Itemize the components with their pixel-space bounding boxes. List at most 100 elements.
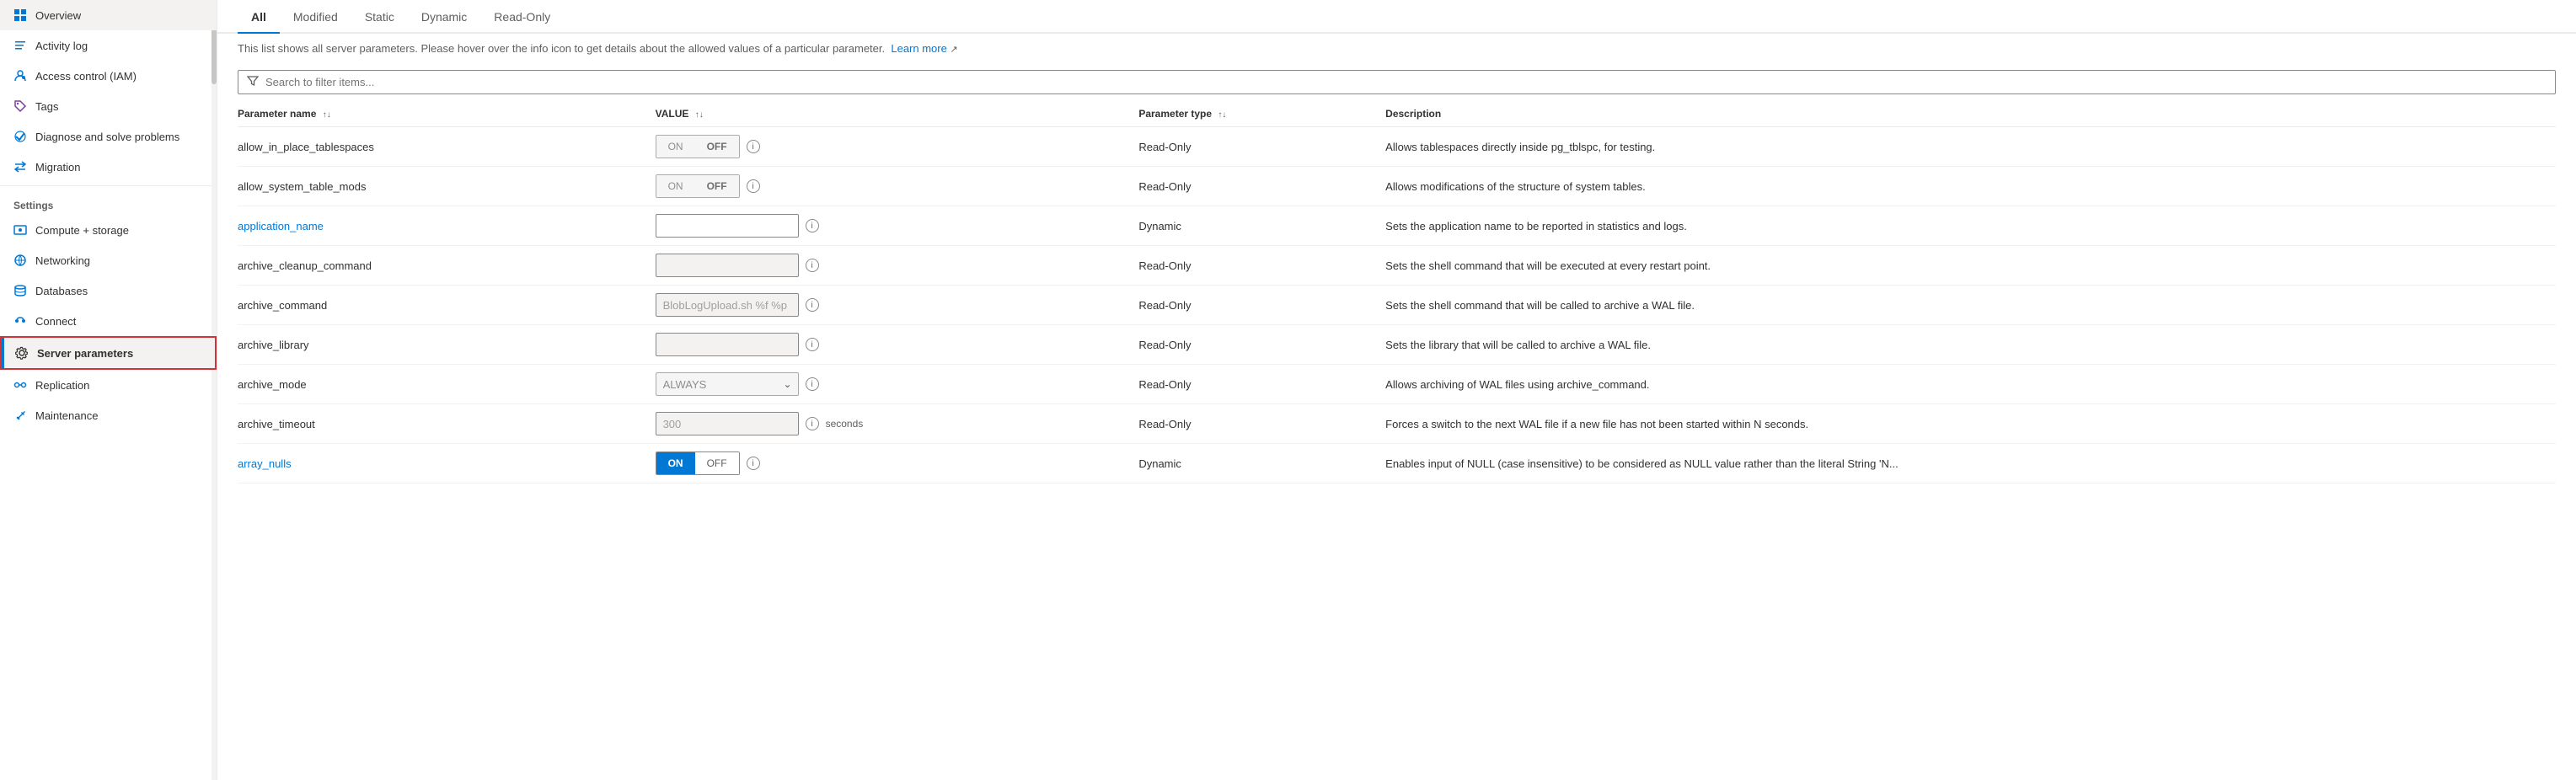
- db-icon: [13, 284, 27, 297]
- tag-icon: [13, 99, 27, 113]
- table-row: archive_commandiRead-OnlySets the shell …: [238, 286, 2556, 325]
- sidebar: Overview Activity log Access control (IA…: [0, 0, 217, 780]
- info-icon-1[interactable]: i: [747, 179, 760, 193]
- param-type-8: Dynamic: [1138, 444, 1385, 483]
- col-header-name: Parameter name ↑↓: [238, 101, 656, 127]
- param-desc-2: Sets the application name to be reported…: [1385, 206, 2556, 246]
- external-link-icon: ↗: [950, 45, 957, 55]
- sidebar-label-overview: Overview: [35, 9, 81, 22]
- table-row: archive_modeALWAYSiRead-OnlyAllows archi…: [238, 365, 2556, 404]
- info-text: This list shows all server parameters. P…: [238, 42, 885, 55]
- search-input[interactable]: [265, 76, 2547, 88]
- learn-more-link[interactable]: Learn more: [891, 42, 946, 55]
- param-desc-1: Allows modifications of the structure of…: [1385, 167, 2556, 206]
- col-header-type: Parameter type ↑↓: [1138, 101, 1385, 127]
- sidebar-item-access-control[interactable]: Access control (IAM): [0, 61, 217, 91]
- select-6: ALWAYS: [656, 372, 799, 396]
- param-type-4: Read-Only: [1138, 286, 1385, 325]
- search-wrap: [238, 70, 2556, 94]
- info-icon-0[interactable]: i: [747, 140, 760, 153]
- gear-icon: [15, 346, 29, 360]
- param-desc-5: Sets the library that will be called to …: [1385, 325, 2556, 365]
- param-name-0: allow_in_place_tablespaces: [238, 141, 374, 153]
- sidebar-label-migration: Migration: [35, 161, 80, 174]
- param-type-7: Read-Only: [1138, 404, 1385, 444]
- info-bar: This list shows all server parameters. P…: [217, 34, 2576, 63]
- tab-dynamic[interactable]: Dynamic: [408, 0, 480, 34]
- select-wrap-6: ALWAYS: [656, 372, 799, 396]
- sidebar-label-connect: Connect: [35, 315, 76, 328]
- table-row: array_nulls ONOFF i DynamicEnables input of…: [238, 444, 2556, 483]
- table-row: archive_libraryiRead-OnlySets the librar…: [238, 325, 2556, 365]
- info-icon-3[interactable]: i: [806, 259, 819, 272]
- info-icon-2[interactable]: i: [806, 219, 819, 232]
- sidebar-item-databases[interactable]: Databases: [0, 275, 217, 306]
- toggle-on-0: ON: [656, 136, 695, 158]
- network-icon: [13, 254, 27, 267]
- sidebar-item-server-parameters[interactable]: Server parameters: [0, 336, 217, 370]
- replication-icon: [13, 378, 27, 392]
- input-2[interactable]: [656, 214, 799, 238]
- param-type-0: Read-Only: [1138, 127, 1385, 167]
- param-desc-8: Enables input of NULL (case insensitive)…: [1385, 444, 2556, 483]
- sidebar-item-tags[interactable]: Tags: [0, 91, 217, 121]
- param-name-1: allow_system_table_mods: [238, 180, 366, 193]
- sort-name-icon[interactable]: ↑↓: [323, 110, 331, 120]
- toggle-off-0: OFF: [695, 136, 739, 158]
- sidebar-item-maintenance[interactable]: Maintenance: [0, 400, 217, 430]
- search-bar: [217, 63, 2576, 101]
- input-3: [656, 254, 799, 277]
- table-row: allow_in_place_tablespaces ONOFF i Read-Onl…: [238, 127, 2556, 167]
- param-desc-3: Sets the shell command that will be exec…: [1385, 246, 2556, 286]
- info-icon-7[interactable]: i: [806, 417, 819, 430]
- sidebar-item-replication[interactable]: Replication: [0, 370, 217, 400]
- toggle-1: ONOFF: [656, 174, 740, 198]
- sort-value-icon[interactable]: ↑↓: [695, 110, 704, 120]
- param-name-6: archive_mode: [238, 378, 307, 391]
- sidebar-label-networking: Networking: [35, 254, 90, 267]
- sidebar-label-maintenance: Maintenance: [35, 409, 98, 422]
- toggle-off-1: OFF: [695, 175, 739, 197]
- tab-all[interactable]: All: [238, 0, 280, 34]
- sidebar-item-overview[interactable]: Overview: [0, 0, 217, 30]
- sidebar-item-networking[interactable]: Networking: [0, 245, 217, 275]
- info-icon-6[interactable]: i: [806, 377, 819, 391]
- tab-read-only[interactable]: Read-Only: [480, 0, 564, 34]
- maintenance-icon: [13, 409, 27, 422]
- sidebar-item-connect[interactable]: Connect: [0, 306, 217, 336]
- param-desc-7: Forces a switch to the next WAL file if …: [1385, 404, 2556, 444]
- sidebar-label-compute-storage: Compute + storage: [35, 224, 129, 237]
- sidebar-item-migration[interactable]: Migration: [0, 152, 217, 182]
- sidebar-item-compute-storage[interactable]: Compute + storage: [0, 215, 217, 245]
- toggle-off-blue-8[interactable]: OFF: [695, 452, 739, 474]
- sidebar-item-diagnose[interactable]: Diagnose and solve problems: [0, 121, 217, 152]
- table-row: allow_system_table_mods ONOFF i Read-OnlyAl…: [238, 167, 2556, 206]
- input-number-7: [656, 412, 799, 435]
- param-type-1: Read-Only: [1138, 167, 1385, 206]
- table-body: allow_in_place_tablespacesONOFFiRead-Onl…: [238, 127, 2556, 483]
- tab-modified[interactable]: Modified: [280, 0, 351, 34]
- param-type-2: Dynamic: [1138, 206, 1385, 246]
- param-type-3: Read-Only: [1138, 246, 1385, 286]
- param-name-7: archive_timeout: [238, 418, 315, 430]
- param-name-3: archive_cleanup_command: [238, 259, 372, 272]
- toggle-on-blue-8[interactable]: ON: [656, 452, 695, 474]
- toggle-blue-8[interactable]: ONOFF: [656, 451, 740, 475]
- sort-type-icon[interactable]: ↑↓: [1218, 110, 1226, 120]
- col-header-value: VALUE ↑↓: [656, 101, 1139, 127]
- sidebar-label-replication: Replication: [35, 379, 89, 392]
- sidebar-label-diagnose: Diagnose and solve problems: [35, 131, 179, 143]
- sidebar-label-activity-log: Activity log: [35, 40, 88, 52]
- input-4: [656, 293, 799, 317]
- info-icon-5[interactable]: i: [806, 338, 819, 351]
- sidebar-item-activity-log[interactable]: Activity log: [0, 30, 217, 61]
- param-desc-4: Sets the shell command that will be call…: [1385, 286, 2556, 325]
- table-row: archive_timeoutisecondsRead-OnlyForces a…: [238, 404, 2556, 444]
- param-name-link-2[interactable]: application_name: [238, 220, 324, 232]
- info-icon-8[interactable]: i: [747, 457, 760, 470]
- info-icon-4[interactable]: i: [806, 298, 819, 312]
- activity-icon: [13, 39, 27, 52]
- param-name-link-8[interactable]: array_nulls: [238, 457, 292, 470]
- table-row: application_name i DynamicSets the applica…: [238, 206, 2556, 246]
- tab-static[interactable]: Static: [351, 0, 408, 34]
